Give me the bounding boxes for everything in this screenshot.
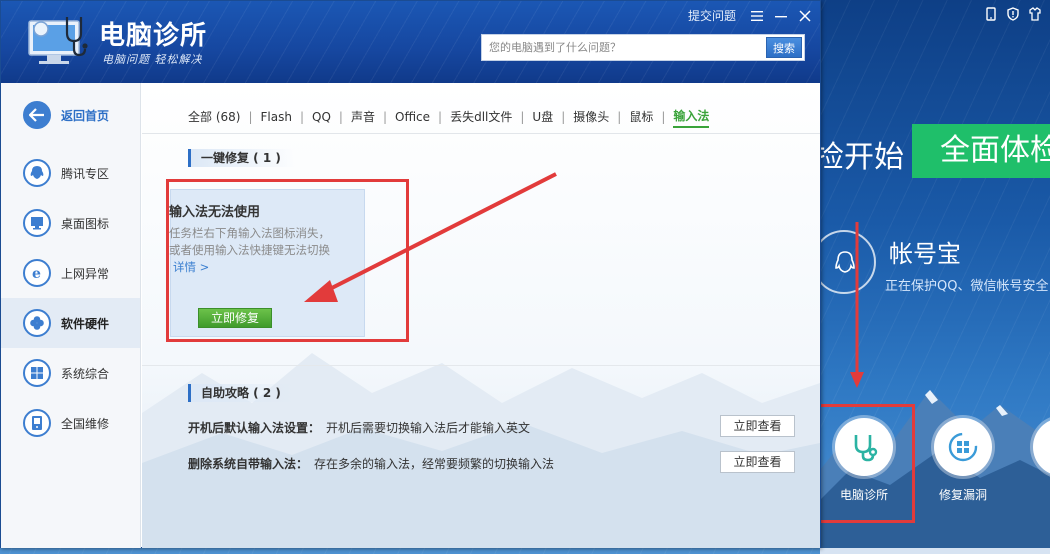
tab-sound[interactable]: 声音	[351, 106, 375, 127]
main-content: 全部 (68) | Flash | QQ | 声音 | Office | 丢失d…	[142, 83, 820, 548]
clover-icon	[23, 309, 51, 337]
shield-icon[interactable]	[1006, 6, 1020, 22]
one-click-fix-heading: 一键修复 ( 1 )	[188, 149, 295, 167]
sidebar-item-label: 桌面图标	[61, 216, 110, 231]
tab-mouse[interactable]: 鼠标	[629, 106, 653, 127]
ie-browser-icon: e	[23, 259, 51, 287]
bg-top-icons	[984, 6, 1042, 22]
sidebar-item-software-hardware[interactable]: 软件硬件	[1, 298, 140, 348]
guide-desc: 开机后需要切换输入法后才能输入英文	[326, 421, 531, 435]
tab-missing-dll[interactable]: 丢失dll文件	[450, 106, 512, 127]
tab-qq[interactable]: QQ	[312, 108, 331, 126]
sidebar-item-repair-service[interactable]: 全国维修	[1, 398, 140, 448]
tab-flash[interactable]: Flash	[261, 108, 292, 126]
sidebar-item-label: 返回首页	[61, 108, 110, 123]
sidebar: 返回首页 腾讯专区 桌面图标 e 上网异常 软件硬件 系统综合 全国维修	[1, 83, 141, 548]
search-button[interactable]: 搜索	[766, 37, 802, 58]
windows-refresh-icon	[934, 418, 992, 476]
sidebar-item-network[interactable]: e 上网异常	[1, 248, 140, 298]
sidebar-item-system[interactable]: 系统综合	[1, 348, 140, 398]
category-tabs: 全部 (68) | Flash | QQ | 声音 | Office | 丢失d…	[188, 105, 710, 128]
bg-start-text: 捡开始	[814, 140, 904, 175]
title-bar[interactable]: 电脑诊所 电脑问题 轻松解决 提交问题 搜索	[1, 1, 820, 83]
sidebar-item-desktop-icons[interactable]: 桌面图标	[1, 198, 140, 248]
sidebar-item-label: 上网异常	[61, 266, 110, 281]
sidebar-item-label: 腾讯专区	[61, 166, 110, 181]
annotation-red-box-fix	[166, 179, 409, 342]
window-controls: 提交问题	[688, 7, 812, 24]
tabs-divider	[142, 133, 820, 134]
sidebar-item-label: 全国维修	[61, 416, 110, 431]
sidebar-item-label: 系统综合	[61, 366, 110, 381]
back-arrow-icon	[23, 101, 51, 129]
windows-icon	[23, 359, 51, 387]
account-guard-circle	[812, 230, 876, 294]
more-tool-icon	[1033, 418, 1050, 476]
guide-row: 开机后默认输入法设置： 开机后需要切换输入法后才能输入英文	[188, 419, 530, 436]
monitor-icon	[23, 209, 51, 237]
menu-icon[interactable]	[750, 9, 764, 23]
search-input[interactable]	[482, 35, 766, 60]
tab-usb-drive[interactable]: U盘	[532, 106, 553, 127]
qq-penguin-icon	[23, 159, 51, 187]
tab-office[interactable]: Office	[395, 108, 430, 126]
sidebar-item-home[interactable]: 返回首页	[1, 90, 140, 140]
sidebar-item-label: 软件硬件	[61, 316, 110, 331]
svg-text:e: e	[32, 266, 41, 281]
tool-fix-vulnerability[interactable]: 修复漏洞	[931, 418, 995, 503]
account-guard-status: 正在保护QQ、微信帐号安全	[885, 279, 1049, 294]
account-guard-title: 帐号宝	[889, 240, 961, 268]
tool-more[interactable]: 我	[1030, 418, 1050, 503]
tab-all[interactable]: 全部 (68)	[188, 106, 240, 127]
phone-icon[interactable]	[984, 6, 998, 22]
view-now-button[interactable]: 立即查看	[720, 451, 795, 473]
section-divider	[142, 365, 820, 366]
guide-title: 开机后默认输入法设置：	[188, 421, 321, 435]
guide-row: 删除系统自带输入法： 存在多余的输入法，经常要频繁的切换输入法	[188, 455, 554, 472]
sidebar-item-tencent[interactable]: 腾讯专区	[1, 148, 140, 198]
skin-icon[interactable]	[1028, 6, 1042, 22]
app-title: 电脑诊所	[99, 21, 208, 51]
guide-desc: 存在多余的输入法，经常要频繁的切换输入法	[314, 457, 555, 471]
self-help-heading: 自助攻略 ( 2 )	[188, 384, 295, 402]
view-now-button[interactable]: 立即查看	[720, 415, 795, 437]
minimize-icon[interactable]	[774, 9, 788, 23]
annotation-down-arrow	[850, 222, 864, 388]
computer-clinic-window: 电脑诊所 电脑问题 轻松解决 提交问题 搜索 返回首页	[0, 0, 821, 548]
annotation-red-box-clinic	[816, 404, 915, 523]
close-icon[interactable]	[798, 9, 812, 23]
guide-title: 删除系统自带输入法：	[188, 457, 309, 471]
submit-issue-link[interactable]: 提交问题	[688, 7, 736, 24]
taskbar-strip	[820, 548, 1050, 554]
tab-camera[interactable]: 摄像头	[573, 106, 609, 127]
phone-device-icon	[23, 409, 51, 437]
tab-input-method[interactable]: 输入法	[673, 105, 710, 128]
search-box: 搜索	[481, 34, 805, 61]
tool-label: 修复漏洞	[938, 488, 987, 502]
app-slogan: 电脑问题 轻松解决	[102, 53, 203, 66]
app-logo-icon	[28, 17, 88, 64]
full-check-button[interactable]: 全面体检	[912, 124, 1050, 178]
